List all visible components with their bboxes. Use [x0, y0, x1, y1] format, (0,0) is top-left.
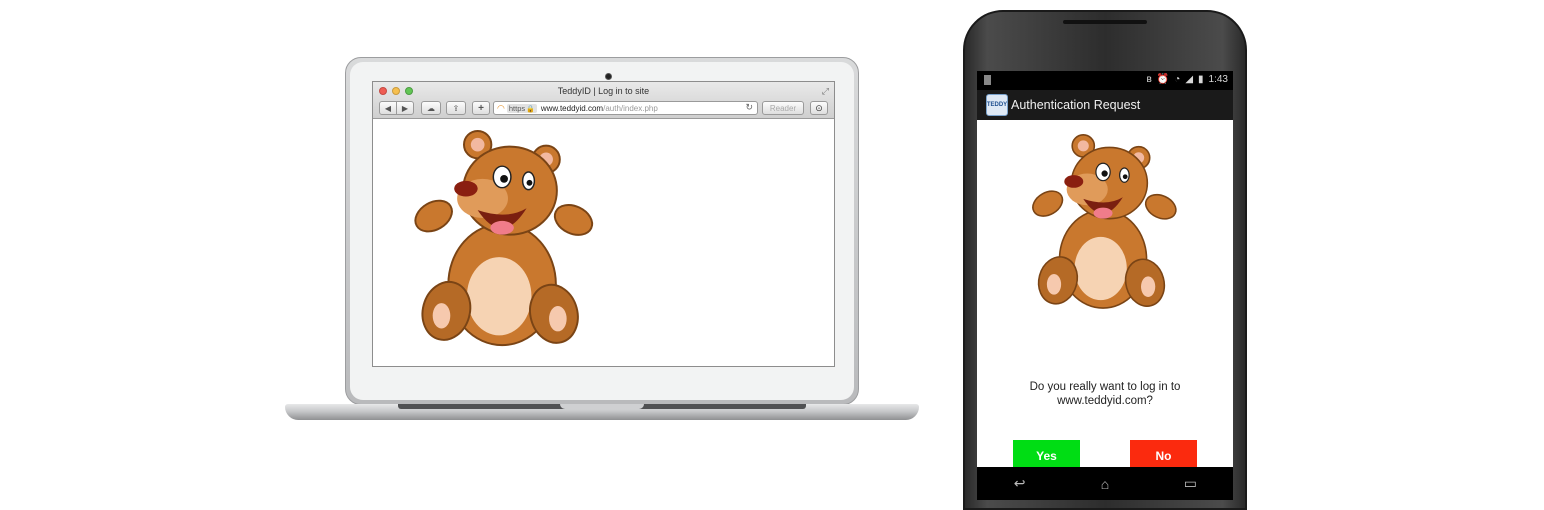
teddy-bear-image: [1027, 134, 1181, 312]
share-icon: ⇪: [452, 103, 460, 113]
recents-key-icon[interactable]: ▭: [1170, 475, 1210, 492]
url-host: www.teddyid.com: [540, 103, 604, 113]
phone-earpiece: [1063, 20, 1147, 24]
downloads-button[interactable]: ⊙: [810, 101, 828, 115]
address-bar[interactable]: ◠ https🔒 www.teddyid.com/auth/index.php …: [493, 101, 758, 115]
camera: [605, 73, 612, 80]
app-icon: TEDDY: [986, 94, 1008, 116]
plus-icon: +: [478, 102, 484, 114]
reload-icon[interactable]: ↻: [745, 102, 753, 113]
https-badge: https🔒: [506, 103, 537, 113]
prompt-line-2: www.teddyid.com?: [1057, 395, 1153, 407]
battery-icon: ▮: [1198, 74, 1204, 85]
phone-screen: ʙ ⏰ ◔ ◢ ▮ 1:43 TEDDY Authentication Requ…: [977, 71, 1233, 500]
forward-button[interactable]: ▶: [396, 101, 414, 115]
fullscreen-icon[interactable]: ⤢: [822, 86, 829, 97]
bluetooth-icon: ʙ: [1146, 74, 1152, 85]
icloud-tabs-button[interactable]: ☁: [421, 101, 441, 115]
share-button[interactable]: ⇪: [446, 101, 466, 115]
status-bar: ʙ ⏰ ◔ ◢ ▮ 1:43: [977, 71, 1233, 90]
status-time: 1:43: [1208, 74, 1228, 85]
signal-icon: ◢: [1185, 74, 1194, 85]
status-icons: ʙ ⏰ ◔ ◢ ▮ 1:43: [1147, 74, 1229, 85]
download-icon: ⊙: [815, 102, 823, 113]
back-button[interactable]: ◀: [379, 101, 397, 115]
window-title: TeddyID | Log in to site: [557, 86, 650, 96]
alarm-icon: ⏰: [1156, 74, 1170, 85]
browser-window: TeddyID | Log in to site ⤢ ◀ ▶ ☁ ⇪ + ◠ h…: [372, 81, 835, 367]
action-bar: TEDDY Authentication Request: [977, 90, 1233, 120]
prompt-line-1: Do you really want to log in to: [1029, 381, 1181, 393]
web-page: [373, 120, 834, 366]
add-bookmark-button[interactable]: +: [472, 101, 490, 115]
lock-icon: 🔒: [526, 105, 535, 113]
auth-request-body: Do you really want to log in to www.tedd…: [977, 120, 1233, 472]
back-icon: ◀: [384, 103, 392, 113]
url-path: /auth/index.php: [603, 103, 658, 113]
sim-icon: [984, 75, 991, 85]
home-key-icon[interactable]: ⌂: [1085, 476, 1125, 492]
auth-prompt: Do you really want to log in to www.tedd…: [977, 380, 1233, 408]
cloud-icon: ☁: [427, 103, 435, 113]
android-nav-bar: ↩ ⌂ ▭: [977, 467, 1233, 500]
forward-icon: ▶: [401, 103, 409, 113]
reader-button[interactable]: Reader: [762, 101, 804, 115]
teddy-bear-image: [408, 130, 598, 350]
app-title: Authentication Request: [1011, 98, 1141, 112]
laptop-notch: [560, 404, 644, 409]
wifi-icon: ◔: [1174, 74, 1181, 85]
loading-icon: ◠: [497, 102, 505, 113]
back-key-icon[interactable]: ↩: [1000, 475, 1040, 492]
browser-titlebar: TeddyID | Log in to site ⤢ ◀ ▶ ☁ ⇪ + ◠ h…: [373, 82, 834, 119]
